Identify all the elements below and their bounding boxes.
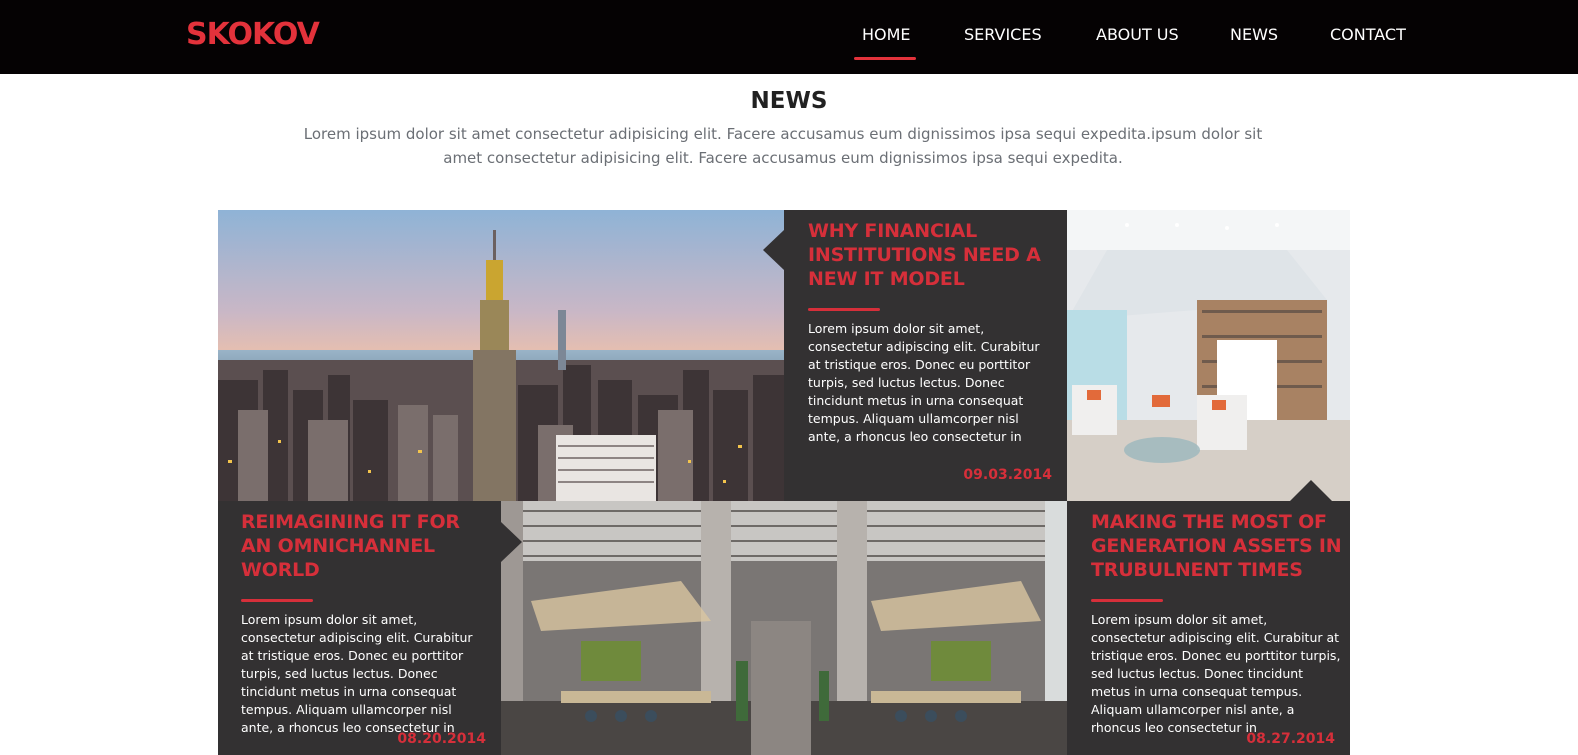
nav-home[interactable]: HOME [862, 24, 911, 46]
news-card-generation-assets[interactable]: MAKING THE MOST OF GENERATION ASSETS IN … [1067, 501, 1350, 755]
article-excerpt: Lorem ipsum dolor sit amet, consectetur … [241, 612, 473, 735]
active-nav-indicator [854, 57, 916, 60]
nav-about-us[interactable]: ABOUT US [1096, 24, 1179, 46]
title-underline [241, 599, 313, 602]
article-title[interactable]: WHY FINANCIAL INSTITUTIONS NEED A NEW IT… [808, 219, 1054, 291]
card-pointer-left [763, 230, 784, 270]
card-pointer-right [501, 522, 522, 562]
section-title: NEWS [750, 88, 828, 114]
section-description: Lorem ipsum dolor sit amet consectetur a… [303, 125, 1263, 167]
site-logo[interactable]: SKOKOV [186, 16, 320, 54]
article-excerpt: Lorem ipsum dolor sit amet, consectetur … [1091, 612, 1341, 735]
news-card-omnichannel[interactable]: REIMAGINING IT FOR AN OMNICHANNEL WORLD … [218, 501, 501, 755]
news-card-financial[interactable]: WHY FINANCIAL INSTITUTIONS NEED A NEW IT… [784, 210, 1067, 501]
nav-contact[interactable]: CONTACT [1330, 24, 1406, 46]
top-navbar: SKOKOV HOME SERVICES ABOUT US NEWS CONTA… [0, 0, 1578, 74]
nav-services[interactable]: SERVICES [964, 24, 1042, 46]
office-lobby-image[interactable] [1067, 210, 1350, 501]
industrial-office-image[interactable] [501, 501, 1067, 755]
card-pointer-up [1290, 480, 1332, 501]
title-underline [808, 308, 880, 311]
article-date: 08.20.2014 [397, 731, 486, 747]
article-title[interactable]: REIMAGINING IT FOR AN OMNICHANNEL WORLD [241, 510, 487, 582]
city-skyline-image[interactable] [218, 210, 784, 501]
article-title[interactable]: MAKING THE MOST OF GENERATION ASSETS IN … [1091, 510, 1344, 582]
article-excerpt: Lorem ipsum dolor sit amet, consectetur … [808, 321, 1040, 444]
article-date: 08.27.2014 [1246, 731, 1335, 747]
article-date: 09.03.2014 [963, 467, 1052, 483]
title-underline [1091, 599, 1163, 602]
nav-news[interactable]: NEWS [1230, 24, 1278, 46]
